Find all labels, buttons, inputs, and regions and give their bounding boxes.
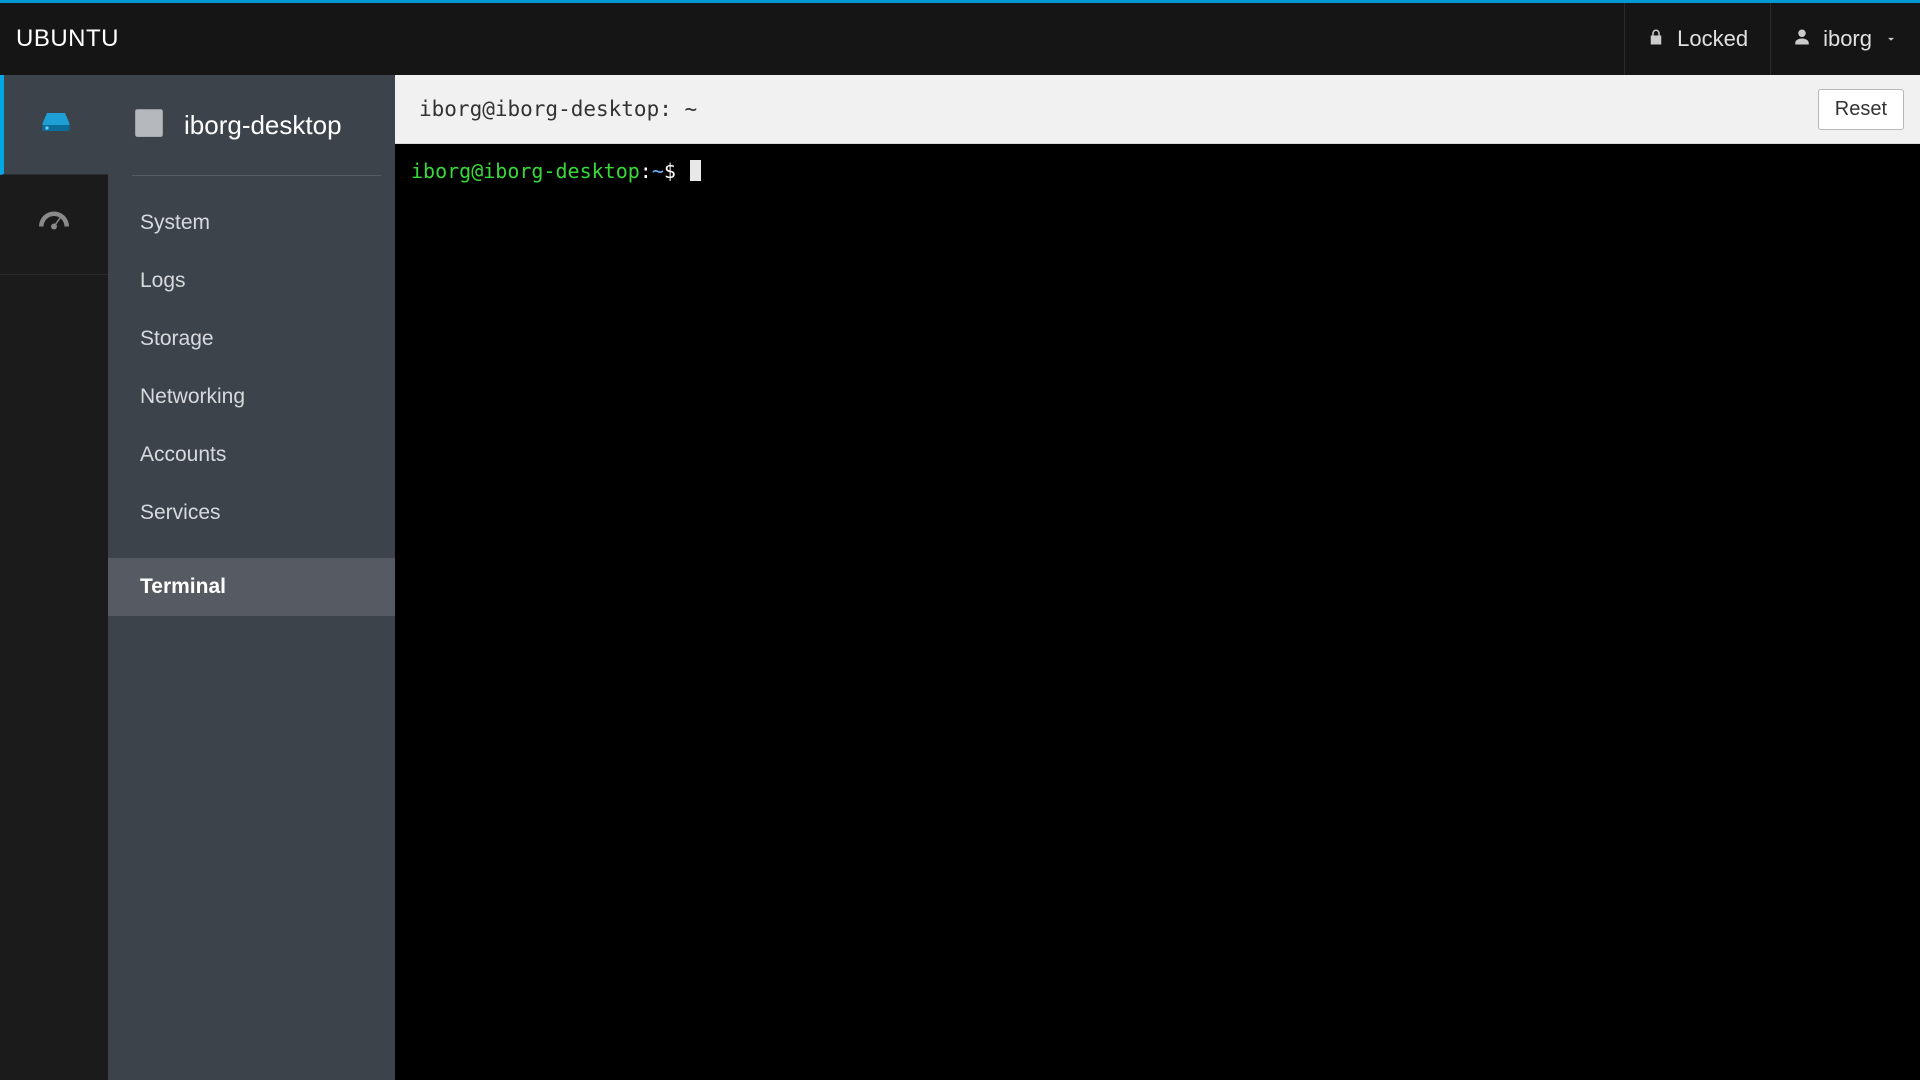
host-icon <box>132 106 166 145</box>
header: UBUNTU Locked iborg <box>0 3 1920 75</box>
sidebar-item-storage[interactable]: Storage <box>108 310 395 368</box>
lock-status[interactable]: Locked <box>1624 3 1770 75</box>
sidebar-nav: System Logs Storage Networking Accounts … <box>108 186 395 616</box>
rail-item-dashboard[interactable] <box>0 175 108 275</box>
sidebar-item-logs[interactable]: Logs <box>108 252 395 310</box>
nav-separator <box>108 542 395 558</box>
hostname: iborg-desktop <box>184 110 342 141</box>
sidebar-item-terminal[interactable]: Terminal <box>108 558 395 616</box>
prompt-symbol: $ <box>664 159 676 183</box>
user-name: iborg <box>1823 26 1872 52</box>
terminal-title: iborg@iborg-desktop: ~ <box>419 97 697 121</box>
sidebar-item-networking[interactable]: Networking <box>108 368 395 426</box>
prompt-path: ~ <box>652 159 664 183</box>
terminal-cursor <box>690 160 701 181</box>
prompt-sep: : <box>640 159 652 183</box>
terminal-toolbar: iborg@iborg-desktop: ~ Reset <box>395 75 1920 144</box>
terminal-output[interactable]: iborg@iborg-desktop:~$ <box>395 144 1920 1080</box>
prompt-userhost: iborg@iborg-desktop <box>411 159 640 183</box>
icon-rail <box>0 75 108 1080</box>
user-menu[interactable]: iborg <box>1770 3 1920 75</box>
sidebar-divider <box>132 175 381 176</box>
gauge-icon <box>36 204 72 245</box>
sidebar-header[interactable]: iborg-desktop <box>108 75 395 175</box>
chevron-down-icon <box>1884 26 1898 52</box>
reset-button[interactable]: Reset <box>1818 89 1904 130</box>
sidebar-item-services[interactable]: Services <box>108 484 395 542</box>
sidebar: iborg-desktop System Logs Storage Networ… <box>108 75 395 1080</box>
rail-item-host[interactable] <box>0 75 108 175</box>
sidebar-item-system[interactable]: System <box>108 194 395 252</box>
lock-label: Locked <box>1677 26 1748 52</box>
server-icon <box>38 104 74 145</box>
main: iborg@iborg-desktop: ~ Reset iborg@iborg… <box>395 75 1920 1080</box>
sidebar-item-accounts[interactable]: Accounts <box>108 426 395 484</box>
brand[interactable]: UBUNTU <box>16 25 119 53</box>
lock-icon <box>1647 26 1665 52</box>
user-icon <box>1793 26 1811 52</box>
header-right: Locked iborg <box>1624 3 1920 75</box>
body: iborg-desktop System Logs Storage Networ… <box>0 75 1920 1080</box>
